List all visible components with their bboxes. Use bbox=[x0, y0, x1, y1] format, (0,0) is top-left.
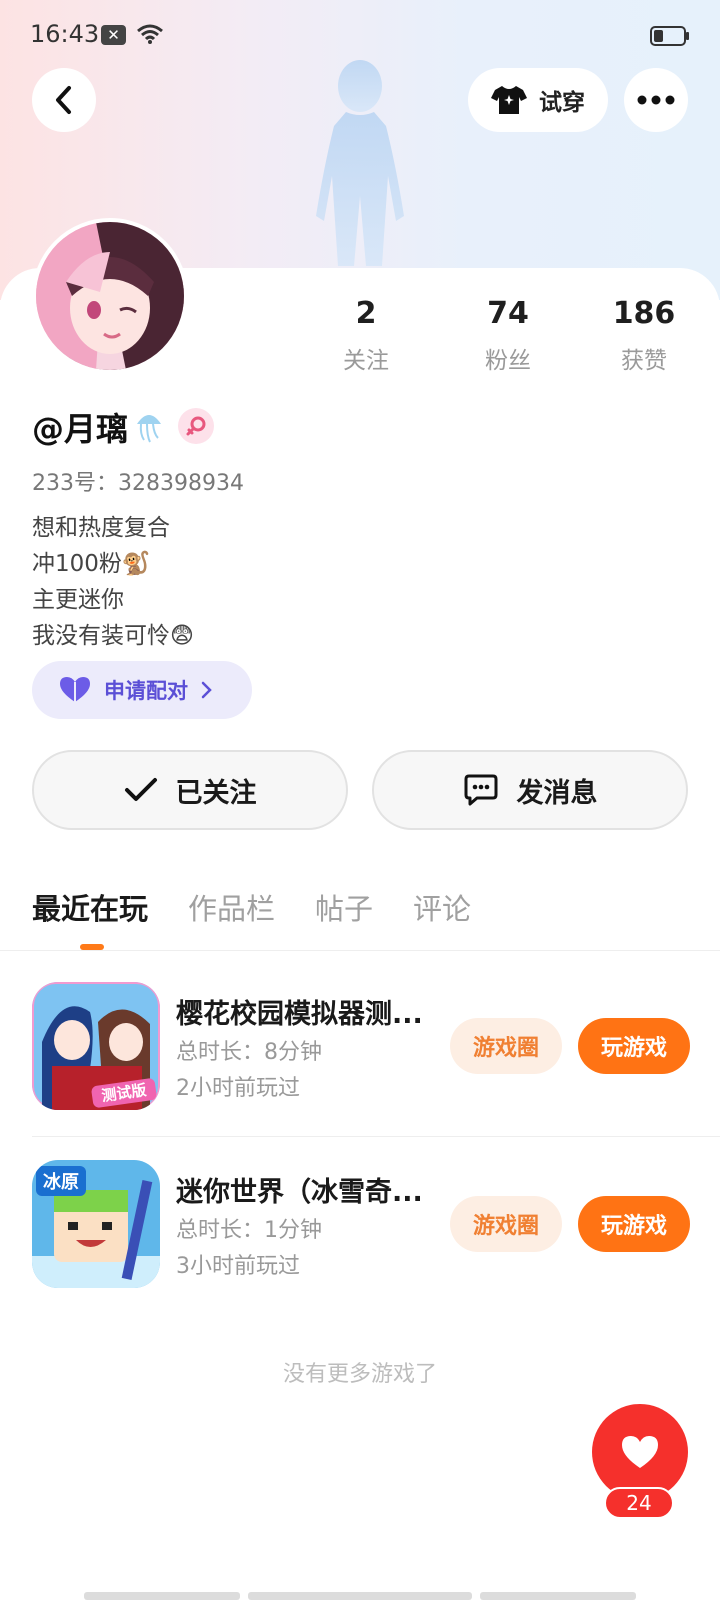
game-last-played: 3小时前玩过 bbox=[176, 1254, 300, 1279]
stat-fans[interactable]: 74 粉丝 bbox=[438, 296, 578, 375]
chat-bubble-icon bbox=[464, 774, 497, 806]
like-count-badge: 24 bbox=[604, 1487, 674, 1519]
stat-label: 获赞 bbox=[621, 348, 667, 374]
tshirt-icon bbox=[491, 86, 527, 114]
game-title: 迷你世界（冰雪奇... bbox=[176, 1177, 423, 1208]
username: @月璃 bbox=[32, 410, 129, 448]
game-icon-label: 冰原 bbox=[43, 1171, 79, 1192]
avatar-image bbox=[36, 222, 184, 370]
avatar-3d-figure bbox=[316, 60, 404, 266]
divider bbox=[0, 950, 720, 951]
stat-likes[interactable]: 186 获赞 bbox=[574, 296, 714, 375]
profile-tabs: 最近在玩 作品栏 帖子 评论 bbox=[32, 886, 471, 928]
bio-line: 想和热度复合 bbox=[32, 515, 170, 541]
notification-icon: ✕ bbox=[101, 25, 126, 45]
bio-line: 冲100粉🐒 bbox=[32, 551, 151, 577]
game-title: 樱花校园模拟器测... bbox=[176, 999, 423, 1030]
pair-label: 申请配对 bbox=[104, 679, 188, 703]
try-on-label: 试穿 bbox=[539, 90, 585, 116]
game-last-played: 2小时前玩过 bbox=[176, 1076, 300, 1101]
check-icon bbox=[124, 778, 157, 801]
sakura-school-game-icon: 测试版 bbox=[32, 982, 160, 1110]
nav-bar-segment bbox=[248, 1592, 472, 1600]
follow-label: 已关注 bbox=[175, 777, 257, 809]
game-duration: 总时长：8分钟 bbox=[176, 1040, 322, 1065]
battery-icon bbox=[650, 26, 689, 46]
nav-bar-segment bbox=[84, 1592, 240, 1600]
back-button[interactable] bbox=[32, 68, 96, 132]
game-duration: 总时长：1分钟 bbox=[176, 1218, 322, 1243]
play-game-button[interactable]: 玩游戏 bbox=[578, 1196, 690, 1252]
tab-recently-played[interactable]: 最近在玩 bbox=[32, 886, 148, 928]
user-id: 233号：328398934 bbox=[32, 471, 244, 496]
tab-posts[interactable]: 帖子 bbox=[315, 886, 373, 928]
follow-button[interactable]: 已关注 bbox=[32, 750, 348, 830]
avatar[interactable] bbox=[32, 218, 188, 374]
try-on-button[interactable]: 试穿 bbox=[468, 68, 608, 132]
bio-line: 主更迷你 bbox=[32, 587, 124, 613]
game-list-item[interactable]: 冰原 迷你世界（冰雪奇... 总时长：1分钟 3小时前玩过 游戏圈 玩游戏 bbox=[0, 1160, 720, 1290]
female-gender-icon bbox=[178, 408, 214, 444]
stat-value: 2 bbox=[355, 296, 377, 331]
play-game-button[interactable]: 玩游戏 bbox=[578, 1018, 690, 1074]
jellyfish-badge-icon bbox=[137, 415, 162, 443]
bio-line: 我没有装可怜😨 bbox=[32, 623, 194, 649]
more-dots-icon bbox=[637, 95, 675, 105]
tab-works[interactable]: 作品栏 bbox=[188, 886, 275, 928]
divider bbox=[32, 1136, 720, 1137]
stat-following[interactable]: 2 关注 bbox=[296, 296, 436, 375]
stat-value: 186 bbox=[612, 296, 676, 331]
like-button[interactable] bbox=[592, 1404, 688, 1500]
game-circle-button[interactable]: 游戏圈 bbox=[450, 1196, 562, 1252]
mini-world-game-icon: 冰原 bbox=[32, 1160, 160, 1288]
pair-request-button[interactable]: 申请配对 bbox=[32, 661, 252, 719]
status-bar: 16:43 ✕ bbox=[0, 0, 720, 64]
stat-value: 74 bbox=[487, 296, 529, 331]
game-circle-button[interactable]: 游戏圈 bbox=[450, 1018, 562, 1074]
status-time: 16:43 bbox=[30, 20, 100, 48]
wifi-icon bbox=[137, 24, 163, 44]
more-button[interactable] bbox=[624, 68, 688, 132]
username-row: @月璃 bbox=[32, 404, 164, 450]
chevron-left-icon bbox=[56, 86, 71, 114]
no-more-games-text: 没有更多游戏了 bbox=[282, 1362, 437, 1387]
heart-pair-icon bbox=[60, 677, 90, 702]
game-list-item[interactable]: 测试版 樱花校园模拟器测... 总时长：8分钟 2小时前玩过 游戏圈 玩游戏 bbox=[0, 982, 720, 1112]
message-label: 发消息 bbox=[516, 777, 598, 809]
heart-icon bbox=[622, 1436, 658, 1468]
tab-comments[interactable]: 评论 bbox=[413, 886, 471, 928]
chevron-right-icon bbox=[201, 681, 212, 699]
nav-bar-segment bbox=[480, 1592, 636, 1600]
stat-label: 关注 bbox=[343, 348, 389, 374]
stat-label: 粉丝 bbox=[485, 348, 531, 374]
message-button[interactable]: 发消息 bbox=[372, 750, 688, 830]
